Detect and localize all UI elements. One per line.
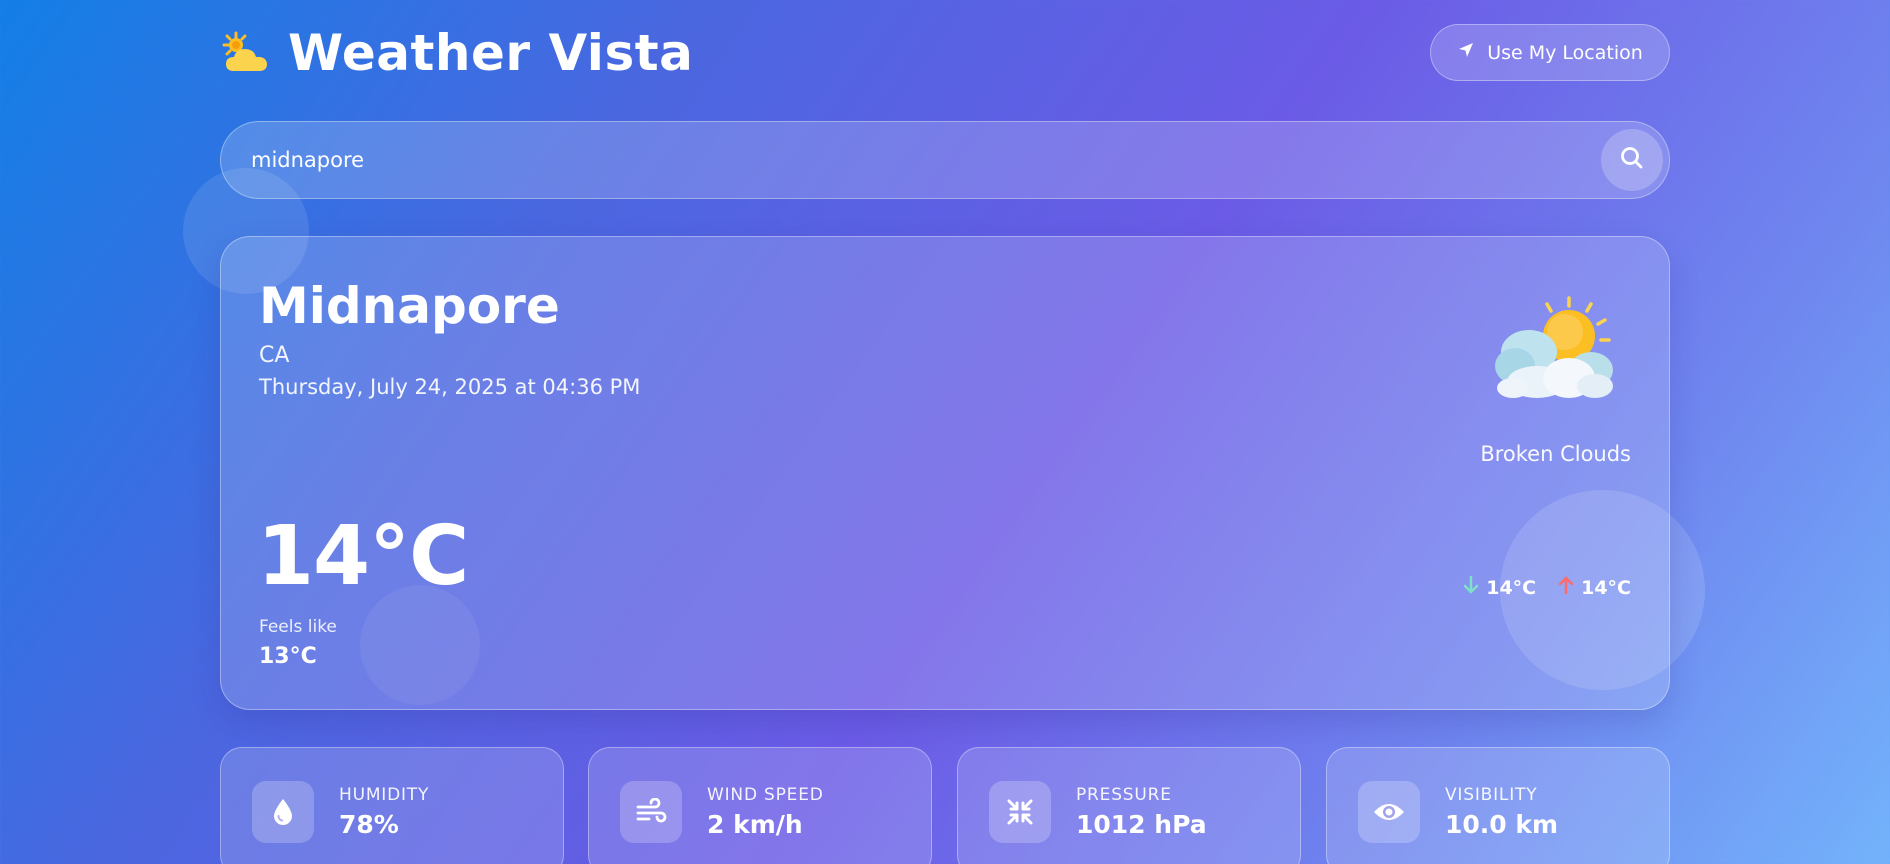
date-time: Thursday, July 24, 2025 at 04:36 PM	[259, 375, 641, 399]
app-title: Weather Vista	[288, 24, 694, 82]
wind-speed-label: WIND SPEED	[707, 785, 824, 805]
feels-like-value: 13°C	[259, 644, 317, 669]
arrow-down-icon	[1463, 575, 1479, 600]
wind-speed-card: WIND SPEED 2 km/h	[588, 747, 932, 864]
use-my-location-button[interactable]: Use My Location	[1430, 24, 1670, 81]
app-container: Weather Vista Use My Location Midnapore	[220, 0, 1670, 864]
droplet-icon	[252, 781, 314, 843]
visibility-value: 10.0 km	[1445, 810, 1559, 839]
visibility-card: VISIBILITY 10.0 km	[1326, 747, 1670, 864]
max-temperature-value: 14°C	[1581, 576, 1631, 599]
feels-like-label: Feels like	[259, 617, 337, 637]
wind-speed-value: 2 km/h	[707, 810, 803, 839]
pressure-value: 1012 hPa	[1076, 810, 1207, 839]
region-code: CA	[259, 343, 290, 368]
sun-behind-cloud-icon	[220, 31, 272, 75]
location-arrow-icon	[1457, 41, 1475, 64]
eye-icon	[1358, 781, 1420, 843]
search-button[interactable]	[1601, 129, 1663, 191]
wind-icon	[620, 781, 682, 843]
sun-behind-clouds-icon	[1491, 292, 1621, 402]
condition-description: Broken Clouds	[1480, 442, 1631, 466]
pressure-card: PRESSURE 1012 hPa	[957, 747, 1301, 864]
min-temperature-value: 14°C	[1486, 576, 1537, 599]
search-icon	[1619, 145, 1645, 175]
visibility-label: VISIBILITY	[1445, 785, 1538, 805]
search-input[interactable]	[251, 122, 1501, 198]
current-weather-card: Midnapore CA Thursday, July 24, 2025 at …	[220, 236, 1670, 710]
use-my-location-label: Use My Location	[1487, 41, 1643, 64]
min-max-temperatures: 14°C 14°C	[1463, 575, 1631, 600]
humidity-card: HUMIDITY 78%	[220, 747, 564, 864]
humidity-value: 78%	[339, 810, 399, 839]
current-temperature: 14°C	[257, 509, 469, 604]
header: Weather Vista Use My Location	[220, 24, 1670, 82]
arrow-up-icon	[1558, 575, 1574, 600]
search-bar	[220, 121, 1670, 199]
brand: Weather Vista	[220, 24, 693, 82]
max-temperature: 14°C	[1558, 575, 1631, 600]
min-temperature: 14°C	[1463, 575, 1536, 600]
humidity-label: HUMIDITY	[339, 785, 430, 805]
compress-arrows-icon	[989, 781, 1051, 843]
pressure-label: PRESSURE	[1076, 785, 1172, 805]
city-name: Midnapore	[259, 277, 560, 335]
